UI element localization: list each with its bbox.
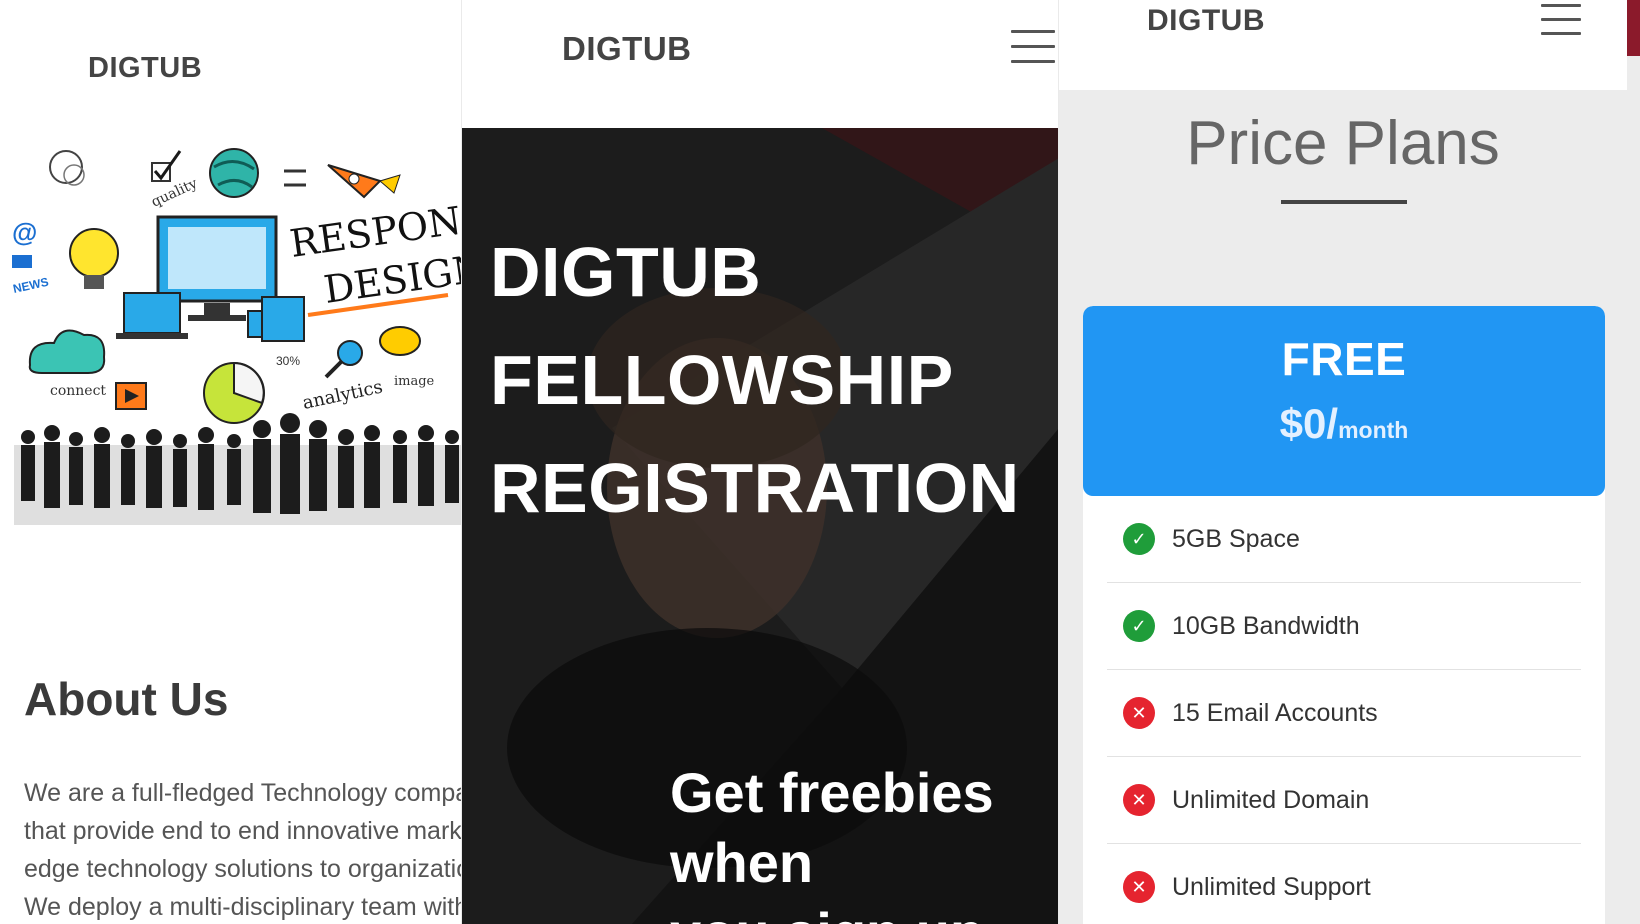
about-panel: DIGTUB quality @ NEWS RESPONSIVE DESIGN … — [0, 0, 461, 924]
hero-sub-line: Get freebies — [670, 761, 994, 824]
hero-sub-line: when — [670, 831, 814, 894]
plan-name: FREE — [1281, 333, 1407, 385]
price-unit: month — [1338, 417, 1409, 443]
hero-heading-line: FELLOWSHIP — [490, 341, 954, 419]
plan-price: $0/month — [1083, 400, 1605, 448]
pricing-card-header: FREE $0/month — [1083, 306, 1605, 496]
hero-heading: DIGTUB FELLOWSHIP REGISTRATION — [490, 218, 1020, 542]
feature-item: ✓ 10GB Bandwidth — [1107, 583, 1581, 670]
svg-text:NEWS: NEWS — [12, 275, 50, 296]
feature-item: ✕ Unlimited Support — [1107, 844, 1581, 924]
about-line: We deploy a multi-disciplinary team with — [24, 893, 461, 921]
edge-strip — [1627, 56, 1640, 924]
site-logo[interactable]: DIGTUB — [1147, 4, 1265, 38]
feature-list: ✓ 5GB Space ✓ 10GB Bandwidth ✕ 15 Email … — [1083, 496, 1605, 924]
feature-item: ✓ 5GB Space — [1107, 496, 1581, 583]
feature-label: 10GB Bandwidth — [1172, 611, 1360, 640]
x-circle-icon: ✕ — [1123, 871, 1155, 903]
pricing-card-free: FREE $0/month ✓ 5GB Space ✓ 10GB Bandwid… — [1083, 306, 1605, 924]
feature-label: 5GB Space — [1172, 524, 1300, 553]
hero-heading-line: REGISTRATION — [490, 449, 1020, 527]
site-logo[interactable]: DIGTUB — [562, 30, 692, 68]
about-line: We are a full-fledged Technology company — [24, 779, 461, 807]
svg-text:@: @ — [12, 217, 37, 247]
svg-text:connect: connect — [50, 383, 106, 399]
pricing-panel: DIGTUB Price Plans FREE $0/month ✓ 5GB S… — [1058, 0, 1640, 924]
x-circle-icon: ✕ — [1123, 697, 1155, 729]
about-line: that provide end to end innovative marke… — [24, 817, 461, 845]
feature-label: Unlimited Support — [1172, 872, 1371, 901]
x-circle-icon: ✕ — [1123, 784, 1155, 816]
hero-banner: DIGTUB FELLOWSHIP REGISTRATION Get freeb… — [462, 128, 1058, 924]
check-circle-icon: ✓ — [1123, 610, 1155, 642]
hero-heading-line: DIGTUB — [490, 233, 762, 311]
price-plans-section: Price Plans FREE $0/month ✓ 5GB Space ✓ … — [1059, 90, 1627, 924]
about-description: We are a full-fledged Technology company… — [24, 774, 461, 924]
feature-item: ✕ Unlimited Domain — [1107, 757, 1581, 844]
hero-subheading: Get freebies when you sign up — [670, 758, 1050, 924]
hamburger-menu-icon[interactable] — [1011, 30, 1055, 64]
svg-text:30%: 30% — [276, 354, 300, 368]
site-logo[interactable]: DIGTUB — [88, 52, 202, 85]
svg-text:analytics: analytics — [301, 376, 385, 413]
svg-text:image: image — [394, 374, 435, 389]
feature-label: Unlimited Domain — [1172, 785, 1370, 814]
responsive-design-illustration: quality @ NEWS RESPONSIVE DESIGN connect — [12, 148, 461, 525]
about-heading: About Us — [24, 673, 229, 725]
price-amount: $0/ — [1279, 400, 1339, 447]
hero-sub-line: you sign up — [670, 898, 1050, 924]
price-plans-title: Price Plans — [1186, 109, 1500, 178]
feature-label: 15 Email Accounts — [1172, 698, 1378, 727]
feature-item: ✕ 15 Email Accounts — [1107, 670, 1581, 757]
edge-accent-bar — [1627, 0, 1640, 56]
hero-panel: DIGTUB DIGTUB FELLOWSHIP REGISTRATION Ge… — [461, 0, 1058, 924]
title-underline — [1281, 200, 1407, 204]
hamburger-menu-icon[interactable] — [1541, 4, 1581, 35]
check-circle-icon: ✓ — [1123, 523, 1155, 555]
about-line: edge technology solutions to organizatio… — [24, 855, 461, 883]
